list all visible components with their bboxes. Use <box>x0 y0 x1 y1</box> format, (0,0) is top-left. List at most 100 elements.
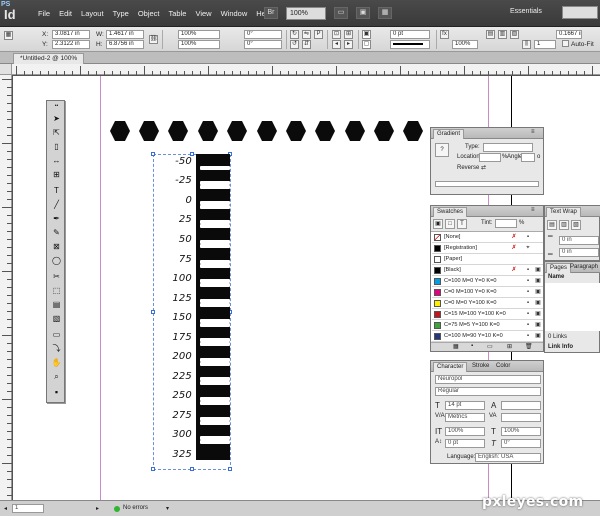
resize-handle[interactable] <box>151 467 155 471</box>
horizontal-scale-field[interactable]: 100% <box>501 427 541 436</box>
y-field[interactable]: 2.3122 in <box>52 40 90 49</box>
page-tool-icon[interactable]: ▯ <box>50 141 63 152</box>
tint-field[interactable] <box>495 219 517 228</box>
document-tab[interactable]: *Untitled-2 @ 100% <box>13 53 85 64</box>
gradient-type-select[interactable] <box>483 143 533 152</box>
free-transform-tool-icon[interactable]: ⬚ <box>50 285 63 296</box>
select-previous-icon[interactable]: ◂ <box>332 40 341 49</box>
h-field[interactable]: 6.8756 in <box>106 40 144 49</box>
tracking-field[interactable] <box>501 413 541 422</box>
font-style-select[interactable]: Regular <box>435 387 541 396</box>
flip-h-icon[interactable]: ⇋ <box>302 30 311 39</box>
swatch-row[interactable]: C=100 M=0 Y=0 K=0 ▪ ▣ <box>432 276 543 287</box>
line-tool-icon[interactable]: ╱ <box>50 199 63 210</box>
columns-icon[interactable]: ⫼ <box>522 40 531 49</box>
select-next-icon[interactable]: ▸ <box>344 40 353 49</box>
vertical-ruler[interactable] <box>0 75 12 500</box>
vertical-scale-field[interactable]: 100% <box>445 427 485 436</box>
columns-field[interactable]: 1 <box>534 40 556 49</box>
wrap-around-bbox-icon[interactable]: ▥ <box>559 220 569 230</box>
hexagon-shape[interactable] <box>315 121 335 141</box>
zoom-tool-icon[interactable]: ⌕ <box>50 371 63 382</box>
stroke-swatch-icon[interactable]: ▢ <box>362 40 371 49</box>
swatch-row[interactable]: [Paper] <box>432 254 543 265</box>
direct-selection-tool-icon[interactable]: ⇱ <box>50 127 63 138</box>
leading-field[interactable] <box>501 401 541 410</box>
bridge-button[interactable]: Br <box>264 7 278 19</box>
hexagon-shape[interactable] <box>345 121 365 141</box>
gradient-swatch-tool-icon[interactable]: ▤ <box>50 299 63 310</box>
swatch-row[interactable]: C=15 M=100 Y=100 K=0 ▪ ▣ <box>432 309 543 320</box>
menu-window[interactable]: Window <box>221 9 248 18</box>
menu-table[interactable]: Table <box>169 9 187 18</box>
ellipse-tool-icon[interactable]: ◯ <box>50 255 63 266</box>
gradient-ramp[interactable] <box>435 181 539 187</box>
scissors-tool-icon[interactable]: ✂ <box>50 271 63 282</box>
skew-field[interactable]: 0° <box>501 439 541 448</box>
hexagon-shape[interactable] <box>286 121 306 141</box>
first-page-icon[interactable]: ◂ <box>4 505 7 512</box>
fill-swatch-icon[interactable]: ▣ <box>362 30 371 39</box>
show-color-swatches-icon[interactable]: ▪ <box>471 343 473 349</box>
ruler-origin[interactable] <box>0 64 12 75</box>
wrap-none-icon[interactable]: ▤ <box>547 220 557 230</box>
scale-x-field[interactable]: 100% <box>178 30 220 39</box>
fill-stroke-toggle-icon[interactable]: ▣ <box>433 219 443 229</box>
page-number-field[interactable]: 1 <box>12 504 44 513</box>
pencil-tool-icon[interactable]: ✎ <box>50 227 63 238</box>
hexagon-shape[interactable] <box>168 121 188 141</box>
rotate-ccw-icon[interactable]: ↺ <box>290 40 299 49</box>
eyedropper-tool-icon[interactable]: ⤵ <box>50 343 63 354</box>
hexagon-shape[interactable] <box>257 121 277 141</box>
stroke-weight-field[interactable]: 0 pt <box>390 30 430 39</box>
language-select[interactable]: English: USA <box>475 453 541 462</box>
delete-swatch-icon[interactable]: 🗑 <box>525 343 533 350</box>
zoom-select[interactable]: 100% <box>286 7 326 20</box>
wrap-none-icon[interactable]: ▤ <box>486 30 495 39</box>
resize-handle[interactable] <box>228 467 232 471</box>
hand-tool-icon[interactable]: ✋ <box>50 357 63 368</box>
bottom-offset-field[interactable]: 0 in <box>559 248 599 257</box>
formatting-affects-container-icon[interactable]: □ <box>445 219 455 229</box>
gradient-feather-tool-icon[interactable]: ▧ <box>50 313 63 324</box>
gap-tool-icon[interactable]: ↔ <box>50 155 63 166</box>
reference-point-icon[interactable]: ▦ <box>4 31 13 40</box>
w-field[interactable]: 1.4617 in <box>106 30 144 39</box>
rectangle-frame-tool-icon[interactable]: ⊠ <box>50 241 63 252</box>
hexagon-shape[interactable] <box>227 121 247 141</box>
rotate-field[interactable]: 0° <box>244 30 282 39</box>
text-frame-icon[interactable]: P <box>314 30 323 39</box>
scale-y-field[interactable]: 100% <box>178 40 220 49</box>
reverse-icon[interactable]: ⇄ <box>481 164 486 171</box>
swatch-row[interactable]: [None] ✗ ▪ <box>432 232 543 243</box>
show-all-swatches-icon[interactable]: ▦ <box>453 343 459 350</box>
select-container-icon[interactable]: ⊡ <box>332 30 341 39</box>
swatch-row[interactable]: [Registration] ✗ ⌖ <box>432 243 543 254</box>
menu-file[interactable]: File <box>38 9 50 18</box>
horizontal-ruler[interactable] <box>12 64 600 75</box>
swatch-row[interactable]: [Black] ✗ ▪ ▣ <box>432 265 543 276</box>
paragraph-tab[interactable]: Paragraph <box>567 263 600 273</box>
panel-grip[interactable]: •• <box>50 104 63 109</box>
wrap-around-shape-icon[interactable]: ▧ <box>571 220 581 230</box>
menu-edit[interactable]: Edit <box>59 9 72 18</box>
menu-type[interactable]: Type <box>113 9 129 18</box>
preflight-menu-icon[interactable]: ▾ <box>166 505 169 512</box>
flip-v-icon[interactable]: ⇵ <box>302 40 311 49</box>
wrap-bbox-icon[interactable]: ▥ <box>498 30 507 39</box>
color-tab[interactable]: Color <box>493 362 513 372</box>
select-content-icon[interactable]: ⊞ <box>344 30 353 39</box>
note-tool-icon[interactable]: ▭ <box>50 329 63 340</box>
text-wrap-tab[interactable]: Text Wrap <box>546 207 581 217</box>
swatch-row[interactable]: C=75 M=5 Y=100 K=0 ▪ ▣ <box>432 320 543 331</box>
wrap-shape-icon[interactable]: ▧ <box>510 30 519 39</box>
stroke-type-select[interactable] <box>390 40 430 49</box>
stroke-tab[interactable]: Stroke <box>469 362 492 372</box>
formatting-affects-text-icon[interactable]: T <box>457 219 467 229</box>
panel-menu-icon[interactable]: ≡ <box>531 207 535 213</box>
fill-stroke-icon[interactable]: ▪ <box>50 387 63 398</box>
hexagon-shape[interactable] <box>403 121 423 141</box>
top-offset-field[interactable]: 0 in <box>559 236 599 245</box>
hexagon-shape[interactable] <box>198 121 218 141</box>
resize-handle[interactable] <box>151 310 155 314</box>
